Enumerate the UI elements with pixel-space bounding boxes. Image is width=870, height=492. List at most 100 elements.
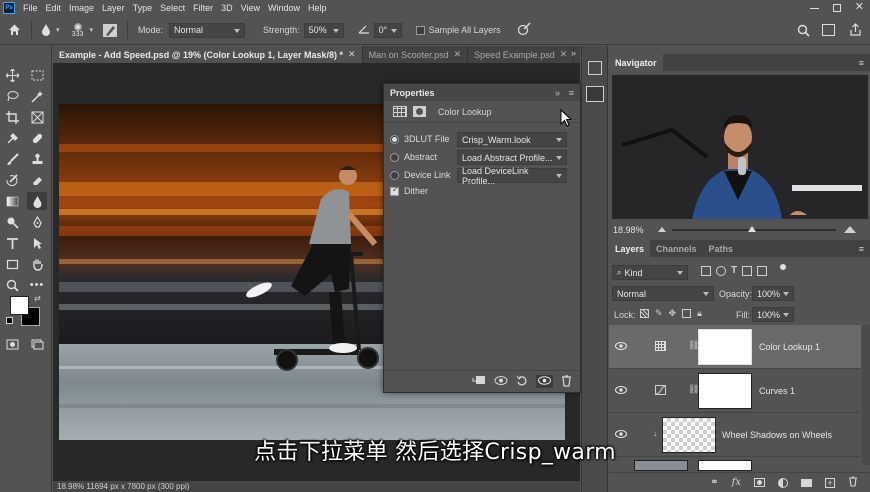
- clip-to-layer-icon[interactable]: [472, 375, 486, 388]
- minimize-icon[interactable]: [809, 8, 819, 9]
- dither-option[interactable]: ✓ Dither: [390, 184, 428, 198]
- lock-pixels-icon[interactable]: ✎: [655, 309, 663, 318]
- layer-name[interactable]: Color Lookup 1: [759, 342, 820, 352]
- zoom-tool-icon[interactable]: [2, 276, 22, 294]
- rectangle-tool-icon[interactable]: [2, 255, 22, 273]
- filter-toggle-icon[interactable]: [780, 264, 787, 270]
- tab-layers[interactable]: Layers: [609, 240, 651, 257]
- quick-mask-icon[interactable]: [2, 335, 22, 353]
- sample-all-layers-checkbox[interactable]: [415, 25, 425, 35]
- reset-adjustment-icon[interactable]: [516, 375, 528, 389]
- adjustment-grid-icon[interactable]: [393, 106, 407, 117]
- tab-close-icon[interactable]: ✕: [348, 49, 356, 60]
- photoshop-logo-icon[interactable]: Ps: [3, 2, 15, 14]
- delete-adjustment-icon[interactable]: [561, 374, 572, 389]
- zoom-in-icon[interactable]: [843, 226, 856, 233]
- foreground-color-swatch[interactable]: [10, 296, 29, 315]
- panel-menu-icon[interactable]: ≡: [569, 88, 574, 98]
- new-group-icon[interactable]: [801, 478, 812, 487]
- brush-settings-icon[interactable]: [103, 23, 118, 37]
- layers-menu-icon[interactable]: ≡: [859, 244, 864, 254]
- menu-3d[interactable]: 3D: [217, 3, 237, 13]
- filter-smart-object-icon[interactable]: [757, 266, 768, 276]
- magic-wand-tool-icon[interactable]: [27, 87, 47, 105]
- blend-mode-dropdown[interactable]: Normal: [612, 286, 714, 301]
- filter-adjustment-icon[interactable]: [716, 266, 726, 276]
- 3dlut-file-option[interactable]: 3DLUT File: [390, 132, 449, 146]
- lasso-tool-icon[interactable]: [2, 87, 22, 105]
- navigator-menu-icon[interactable]: ≡: [859, 58, 864, 68]
- hand-tool-icon[interactable]: [27, 255, 47, 273]
- menu-select[interactable]: Select: [156, 3, 189, 13]
- new-layer-icon[interactable]: +: [825, 477, 835, 488]
- view-previous-state-icon[interactable]: [494, 375, 508, 388]
- navigator-preview[interactable]: [612, 75, 868, 219]
- visibility-eye-icon[interactable]: [615, 341, 627, 351]
- tab-speed-example[interactable]: Speed Example.psd ✕: [468, 46, 575, 63]
- delete-layer-icon[interactable]: [848, 475, 858, 490]
- device-link-option[interactable]: Device Link: [390, 168, 451, 182]
- tab-close-icon[interactable]: ✕: [560, 49, 568, 60]
- lock-position-icon[interactable]: ✥: [669, 309, 677, 318]
- zoom-slider-track[interactable]: [671, 225, 836, 232]
- screen-mode-icon[interactable]: [27, 335, 47, 353]
- 3dlut-radio[interactable]: [390, 134, 399, 144]
- new-adjustment-layer-icon[interactable]: [778, 477, 788, 488]
- device-link-dropdown[interactable]: Load DeviceLink Profile...: [457, 166, 567, 186]
- menu-file[interactable]: File: [19, 3, 42, 13]
- share-icon[interactable]: [849, 23, 862, 38]
- tab-navigator[interactable]: Navigator: [609, 54, 663, 71]
- add-mask-icon[interactable]: [754, 478, 765, 487]
- strength-dropdown[interactable]: 50%: [303, 22, 344, 38]
- 3dlut-dropdown[interactable]: Crisp_Warm.look: [457, 132, 567, 147]
- lock-artboard-icon[interactable]: [682, 309, 692, 318]
- menu-window[interactable]: Window: [264, 3, 304, 13]
- toggle-visibility-icon[interactable]: [536, 375, 553, 388]
- blur-tool-icon[interactable]: [40, 23, 52, 38]
- type-tool-icon[interactable]: [2, 234, 22, 252]
- layer-mask-icon[interactable]: [413, 106, 426, 117]
- home-icon[interactable]: [8, 23, 21, 38]
- blur-tool-active-icon[interactable]: [27, 192, 47, 210]
- abstract-option[interactable]: Abstract: [390, 150, 437, 164]
- swap-colors-icon[interactable]: ⇄: [34, 294, 41, 303]
- tab-man-on-scooter[interactable]: Man on Scooter.psd ✕: [363, 46, 469, 63]
- marquee-tool-icon[interactable]: [27, 66, 47, 84]
- lock-all-icon[interactable]: 🔒︎: [697, 309, 702, 318]
- abstract-radio[interactable]: [390, 152, 399, 162]
- healing-brush-tool-icon[interactable]: [27, 129, 47, 147]
- path-selection-tool-icon[interactable]: [27, 234, 47, 252]
- eyedropper-tool-icon[interactable]: [2, 129, 22, 147]
- opacity-field[interactable]: 100%: [752, 286, 794, 301]
- brush-preset-arrow-icon[interactable]: ▾: [90, 26, 94, 34]
- more-tools-icon[interactable]: •••: [27, 276, 47, 294]
- pressure-icon[interactable]: [517, 22, 531, 38]
- zoom-slider-handle[interactable]: [747, 225, 756, 232]
- dodge-tool-icon[interactable]: [2, 213, 22, 231]
- menu-edit[interactable]: Edit: [42, 3, 66, 13]
- tool-preset-arrow-icon[interactable]: ▾: [56, 26, 60, 34]
- brush-preset-picker[interactable]: 333: [68, 22, 88, 38]
- filter-type-icon[interactable]: T: [731, 266, 737, 276]
- history-panel-icon[interactable]: [588, 61, 602, 75]
- layer-mask-thumbnail[interactable]: [698, 373, 752, 409]
- tab-channels[interactable]: Channels: [650, 240, 703, 257]
- tab-example-add-speed[interactable]: Example - Add Speed.psd @ 19% (Color Loo…: [53, 46, 363, 63]
- dither-checkbox[interactable]: ✓: [390, 185, 399, 196]
- menu-image[interactable]: Image: [65, 3, 98, 13]
- layer-row-curves[interactable]: ⛓︎ Curves 1: [609, 369, 861, 413]
- frame-tool-icon[interactable]: [27, 108, 47, 126]
- visibility-eye-icon[interactable]: [615, 385, 627, 395]
- close-icon[interactable]: ✕: [855, 2, 864, 13]
- clone-stamp-tool-icon[interactable]: [27, 150, 47, 168]
- menu-layer[interactable]: Layer: [98, 3, 129, 13]
- layer-row-color-lookup[interactable]: ⛓︎ Color Lookup 1: [609, 325, 861, 369]
- menu-view[interactable]: View: [237, 3, 264, 13]
- angle-field[interactable]: 0°: [373, 22, 402, 38]
- search-icon[interactable]: [797, 24, 810, 39]
- gradient-tool-icon[interactable]: [2, 192, 22, 210]
- zoom-out-icon[interactable]: [657, 227, 666, 232]
- menu-help[interactable]: Help: [304, 3, 331, 13]
- eraser-tool-icon[interactable]: [27, 171, 47, 189]
- workspace-icon[interactable]: [822, 24, 835, 36]
